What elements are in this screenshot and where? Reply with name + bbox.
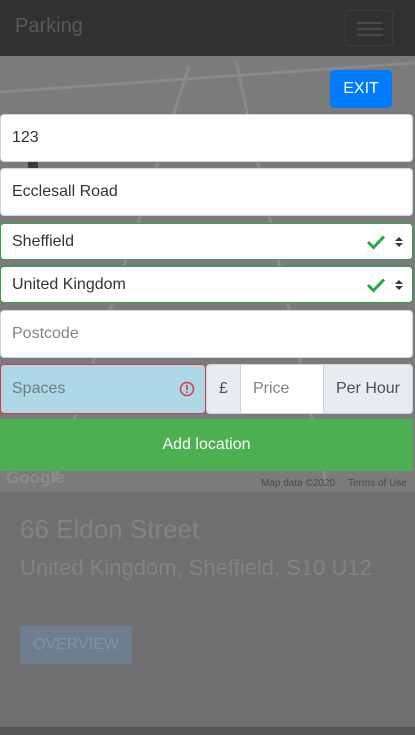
check-icon — [366, 277, 386, 293]
overview-button[interactable]: OVERVIEW — [20, 626, 132, 664]
bottom-divider — [0, 727, 415, 735]
navbar: Parking — [0, 0, 415, 56]
google-logo: Google — [6, 468, 65, 487]
currency-prefix: £ — [206, 364, 241, 414]
location-address: United Kingdom, Sheffield, S10 U12 — [20, 555, 372, 580]
street-value: Ecclesall Road — [12, 183, 118, 200]
hamburger-line — [357, 34, 383, 36]
number-input[interactable]: 123 — [0, 114, 413, 162]
navbar-brand[interactable]: Parking — [15, 15, 83, 38]
price-unit-suffix: Per Hour — [323, 364, 413, 414]
add-location-button[interactable]: Add location — [0, 419, 413, 471]
menu-toggle-button[interactable] — [345, 10, 393, 46]
price-placeholder: Price — [253, 380, 290, 397]
postcode-input[interactable]: Postcode — [0, 310, 413, 358]
number-value: 123 — [12, 129, 39, 146]
hamburger-line — [357, 28, 383, 30]
location-card: 66 Eldon Street United Kingdom, Sheffiel… — [0, 492, 415, 727]
select-arrows-icon — [395, 279, 403, 290]
map-terms-link[interactable]: Terms of Use — [348, 478, 407, 489]
spaces-input[interactable]: Spaces — [0, 364, 206, 414]
price-input[interactable]: Price — [241, 364, 323, 414]
hamburger-line — [357, 22, 383, 24]
select-arrows-icon — [395, 236, 403, 247]
map-attribution: Map data ©2020 — [261, 478, 336, 489]
error-icon — [179, 381, 195, 397]
spaces-placeholder: Spaces — [12, 380, 66, 397]
location-title: 66 Eldon Street — [20, 514, 200, 544]
postcode-placeholder: Postcode — [12, 325, 79, 342]
country-value: United Kingdom — [12, 275, 126, 293]
city-value: Sheffield — [12, 232, 74, 250]
exit-button[interactable]: EXIT — [330, 70, 392, 108]
city-select[interactable]: Sheffield — [0, 223, 413, 260]
country-select[interactable]: United Kingdom — [0, 266, 413, 303]
price-input-group: £ Price Per Hour — [206, 364, 413, 414]
street-input[interactable]: Ecclesall Road — [0, 168, 413, 216]
check-icon — [366, 234, 386, 250]
